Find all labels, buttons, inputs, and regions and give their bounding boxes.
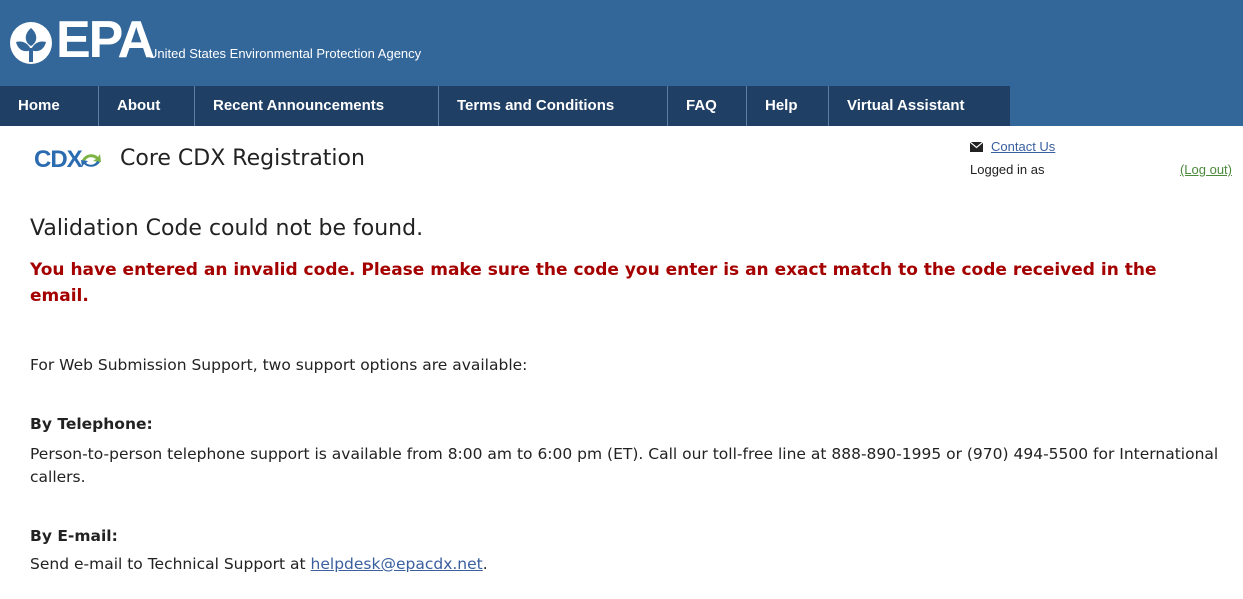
- nav-item-faq[interactable]: FAQ: [668, 86, 747, 126]
- page-heading: Validation Code could not be found.: [30, 216, 424, 241]
- email-text: Send e-mail to Technical Support at help…: [30, 553, 1220, 576]
- nav-item-help[interactable]: Help: [747, 86, 829, 126]
- cdx-logo-text: CDX: [34, 146, 83, 173]
- epa-logo-text: EPA: [56, 11, 155, 69]
- email-text-suffix: .: [482, 555, 488, 573]
- telephone-heading-text: By Telephone: [30, 415, 147, 433]
- app-title: Core CDX Registration: [120, 146, 365, 171]
- cdx-arrows-icon: [80, 154, 101, 167]
- email-heading: By E-mail:: [30, 527, 118, 545]
- contact-us-link[interactable]: Contact Us: [991, 139, 1055, 154]
- nav-item-home[interactable]: Home: [0, 86, 99, 126]
- agency-name: United States Environmental Protection A…: [148, 46, 422, 61]
- support-intro: For Web Submission Support, two support …: [30, 356, 528, 374]
- nav-item-recent-announcements[interactable]: Recent Announcements: [195, 86, 439, 126]
- logout-link[interactable]: (Log out): [1180, 162, 1232, 177]
- contact-us: Contact Us: [970, 139, 1055, 154]
- email-heading-text: By E-mail: [30, 527, 112, 545]
- epa-flower-icon: [10, 22, 52, 64]
- helpdesk-email-link[interactable]: helpdesk@epacdx.net: [311, 555, 483, 573]
- nav-item-virtual-assistant[interactable]: Virtual Assistant: [829, 86, 1010, 126]
- epa-logo[interactable]: EPA: [8, 10, 155, 69]
- nav-item-terms-and-conditions[interactable]: Terms and Conditions: [439, 86, 668, 126]
- logged-in-label: Logged in as: [970, 162, 1045, 177]
- header-banner: EPA United States Environmental Protecti…: [0, 0, 1243, 126]
- nav-item-about[interactable]: About: [99, 86, 195, 126]
- envelope-icon: [970, 141, 983, 152]
- main-nav: Home About Recent Announcements Terms an…: [0, 86, 1010, 126]
- error-message: You have entered an invalid code. Please…: [30, 260, 1157, 306]
- telephone-text: Person-to-person telephone support is av…: [30, 445, 1219, 486]
- email-text-prefix: Send e-mail to Technical Support at: [30, 555, 311, 573]
- telephone-heading: By Telephone:: [30, 415, 153, 433]
- cdx-logo: CDX: [34, 146, 102, 174]
- login-status: Logged in as (Log out): [970, 162, 1232, 177]
